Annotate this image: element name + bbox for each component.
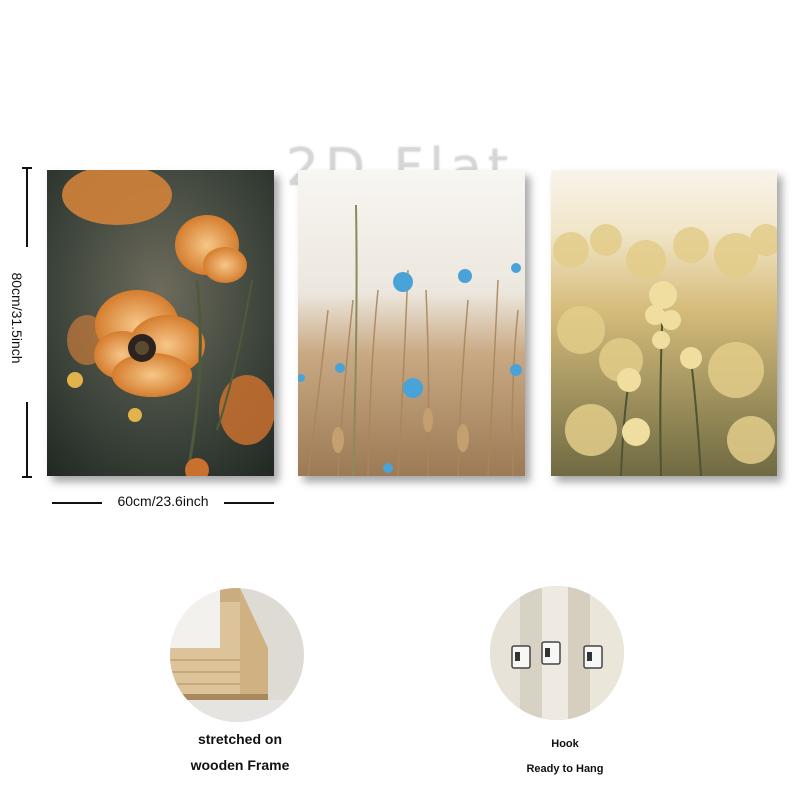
hanging-hook-photo [490, 586, 624, 720]
frame-caption-line2: wooden Frame [190, 757, 290, 773]
width-label: 60cm/23.6inch [117, 493, 209, 509]
poppy-image [47, 170, 274, 476]
wooden-frame-photo [170, 588, 304, 722]
height-label: 80cm/31.5inch [9, 272, 25, 364]
cornflower-image [298, 170, 525, 476]
hook-caption-line1: Hook [551, 738, 579, 750]
height-tick-bottom [22, 476, 32, 478]
width-dimension-line-right [224, 502, 274, 504]
height-dimension-line-bottom [26, 402, 28, 478]
frame-caption-line1: stretched on [197, 731, 282, 747]
canvas-panel-rapeseed [551, 170, 777, 476]
hook-icon [490, 586, 624, 720]
canvas-panel-cornflowers [298, 170, 525, 476]
rapeseed-image [551, 170, 777, 476]
canvas-panel-poppies [47, 170, 274, 476]
wooden-frame-icon [170, 588, 304, 722]
width-dimension-line-left [52, 502, 102, 504]
hook-caption-line2: Ready to Hang [526, 763, 604, 775]
